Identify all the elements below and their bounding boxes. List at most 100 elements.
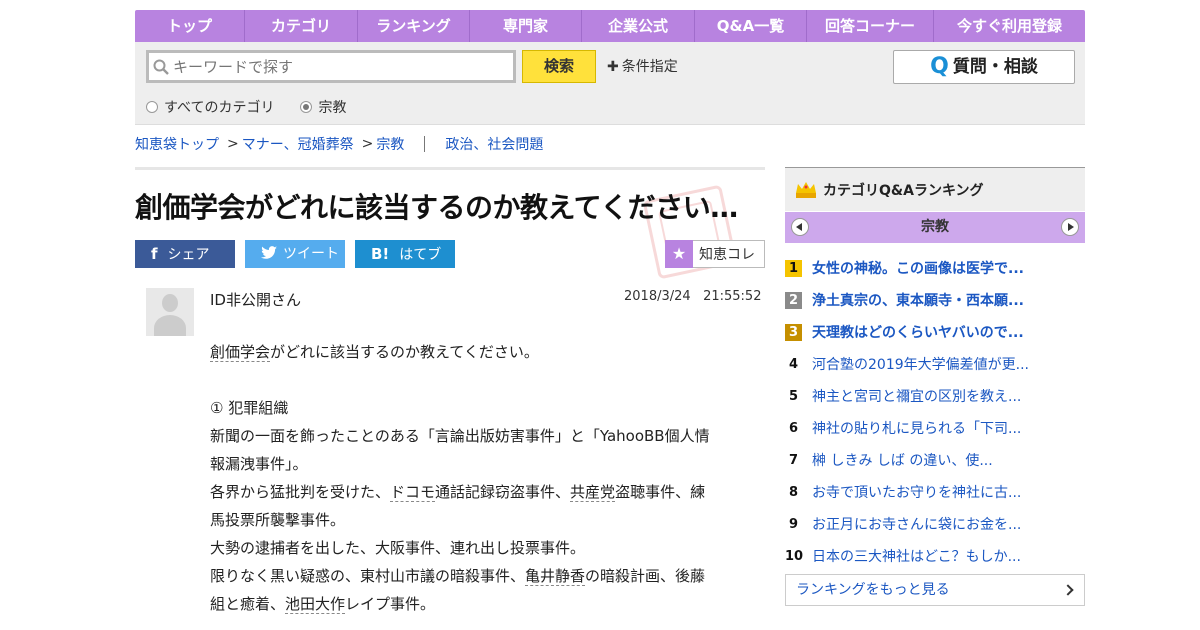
ranking-category-bar: 宗教 [785,212,1085,243]
body-line: 各界から猛批判を受けた、ドコモ通話記録窃盗事件、共産党盗聴事件、練 [210,478,755,506]
search-input[interactable] [146,50,516,83]
ranking-item[interactable]: 4 河合塾の2019年大学偏差値が更... [785,348,1085,380]
body-line: 報漏洩事件」。 [210,455,308,473]
hatena-bookmark-label: はてブ [399,247,442,263]
rank-title: お寺で頂いたお守りを神社に古... [812,485,1022,501]
breadcrumb-top[interactable]: 知恵袋トップ [135,134,219,154]
rank-title: お正月にお寺さんに袋にお金を... [812,517,1022,533]
body-line: 大勢の逮捕者を出した、大阪事件、連れ出し投票事件。 [210,539,586,557]
rank-number: 5 [788,388,799,404]
ask-question-label: 質問・相談 [952,57,1038,77]
chevron-right-icon [1062,584,1074,596]
q-icon: Q [930,54,949,79]
breadcrumb-divider [424,136,426,152]
scope-all-radio[interactable]: すべてのカテゴリ [146,97,274,117]
rank-number: 9 [788,516,799,532]
posted-time: 21:55:52 [703,289,762,304]
rank-number: 3 [785,323,802,341]
facebook-share-label: シェア [167,247,210,263]
ranking-header: カテゴリQ&Aランキング [785,167,1085,211]
rank-number: 6 [788,420,799,436]
nav-answer-corner[interactable]: 回答コーナー [807,10,934,42]
body-text: 盗聴事件、練 [615,483,706,501]
keyword-link[interactable]: 共産党 [570,483,616,502]
nav-top[interactable]: トップ [135,10,245,42]
prev-category-icon[interactable] [791,218,809,236]
keyword-link[interactable]: 池田大作 [285,595,346,614]
breadcrumb-religion[interactable]: 宗教 [376,134,404,154]
ranking-item[interactable]: 7 榊 しきみ しば の違い、使... [785,444,1085,476]
hatena-bookmark-button[interactable]: B! はてブ [355,240,455,268]
rank-number: 7 [788,452,799,468]
rank-title: 浄土真宗の、東本願寺・西本願... [812,293,1024,309]
question-title: 創価学会がどれに該当するのか教えてください… [135,191,738,224]
ranking-item[interactable]: 8 お寺で頂いたお守りを神社に古... [785,476,1085,508]
ranking-item[interactable]: 9 お正月にお寺さんに袋にお金を... [785,508,1085,540]
rank-title: 河合塾の2019年大学偏差値が更... [812,357,1029,373]
facebook-share-button[interactable]: f シェア [135,240,235,268]
body-text: の暗殺計画、後藤 [585,567,706,585]
keyword-link[interactable]: 創価学会 [210,343,271,362]
ranking-item[interactable]: 6 神社の貼り札に見られる「下司... [785,412,1085,444]
nav-register[interactable]: 今すぐ利用登録 [934,10,1085,42]
nav-category[interactable]: カテゴリ [245,10,358,42]
body-text: 通話記録窃盗事件、 [435,483,571,501]
rank-number: 1 [785,259,802,277]
twitter-share-button[interactable]: ツイート [245,240,345,268]
body-line: 馬投票所襲撃事件。 [210,511,346,529]
global-nav: トップ カテゴリ ランキング 専門家 企業公式 Q&A一覧 回答コーナー 今すぐ… [135,10,1085,42]
breadcrumb-manners[interactable]: マナー、冠婚葬祭 [242,134,354,154]
posted-date: 2018/3/24 [624,289,691,304]
breadcrumb-separator: > [227,136,239,152]
hatena-icon: B! [371,245,390,263]
body-text: レイプ事件。 [345,595,436,613]
keyword-link[interactable]: ドコモ [390,483,436,502]
crown-icon [796,181,816,198]
ranking-item[interactable]: 10 日本の三大神社はどこ？もしか... [785,540,1085,572]
search-icon [153,59,169,75]
body-line: 限りなく黒い疑惑の、東村山市議の暗殺事件、亀井静香の暗殺計画、後藤 [210,562,755,590]
ranking-title: カテゴリQ&Aランキング [823,182,984,199]
nav-ranking[interactable]: ランキング [358,10,470,42]
ranking-category: 宗教 [921,219,949,235]
rank-title: 神社の貼り札に見られる「下司... [812,421,1022,437]
radio-selected-icon [300,101,313,113]
nav-experts[interactable]: 専門家 [470,10,582,42]
rank-title: 神主と宮司と禰宜の区別を教え... [812,389,1022,405]
rank-number: 10 [785,548,804,564]
rank-title: 日本の三大神社はどこ？もしか... [812,549,1021,565]
ranking-item[interactable]: 1 女性の神秘。この画像は医学で... [785,252,1085,284]
nav-qa-list[interactable]: Q&A一覧 [695,10,807,42]
ranking-item[interactable]: 2 浄土真宗の、東本願寺・西本願... [785,284,1085,316]
avatar-body-icon [154,315,186,336]
ranking-item[interactable]: 5 神主と宮司と禰宜の区別を教え... [785,380,1085,412]
body-line: 創価学会がどれに該当するのか教えてください。 [210,338,755,366]
rank-title: 天理教はどのくらいヤバいので... [812,325,1024,341]
conditions-toggle[interactable]: ✚ 条件指定 [607,56,678,76]
posted-datetime: 2018/3/24 21:55:52 [624,289,761,304]
more-ranking-button[interactable]: ランキングをもっと見る [785,574,1085,606]
breadcrumb: 知恵袋トップ > マナー、冠婚葬祭 > 宗教 政治、社会問題 [135,134,543,154]
scope-current-label: 宗教 [318,100,347,116]
chie-collection-label: 知恵コレ [699,247,755,263]
body-line: 組と癒着、池田大作レイプ事件。 [210,590,755,618]
breadcrumb-related[interactable]: 政治、社会問題 [445,134,543,154]
asker-name: ID非公開さん [210,291,301,309]
next-category-icon[interactable] [1061,218,1079,236]
rank-number: 4 [788,356,799,372]
facebook-icon: f [151,245,158,263]
ranking-item[interactable]: 3 天理教はどのくらいヤバいので... [785,316,1085,348]
nav-official[interactable]: 企業公式 [582,10,695,42]
keyword-link[interactable]: 亀井静香 [525,567,586,586]
question-body: 創価学会がどれに該当するのか教えてください。 ① 犯罪組織 新聞の一面を飾ったこ… [210,338,755,618]
twitter-share-label: ツイート [283,246,339,262]
body-text: 各界から猛批判を受けた、 [210,483,391,501]
scope-current-radio[interactable]: 宗教 [300,97,346,117]
search-button[interactable]: 検索 [522,50,596,83]
ask-question-button[interactable]: Q 質問・相談 [893,50,1075,84]
star-icon: ★ [665,240,693,268]
body-text: 組と癒着、 [210,595,286,613]
plus-icon: ✚ [607,59,619,75]
radio-icon [146,101,158,113]
chie-collection-button[interactable]: ★ 知恵コレ [665,240,765,268]
